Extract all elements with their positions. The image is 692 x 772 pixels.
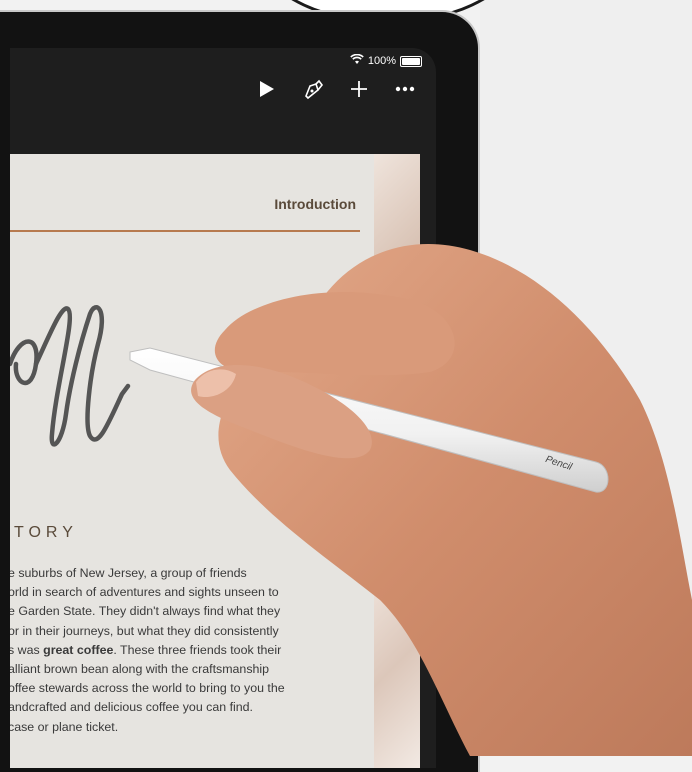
paragraph-line: alliant brown bean along with the crafts…	[10, 662, 270, 677]
paragraph-line: e suburbs of New Jersey, a group of frie…	[10, 566, 247, 580]
plus-icon[interactable]	[348, 78, 370, 100]
background	[480, 0, 692, 756]
more-icon[interactable]	[394, 78, 416, 100]
play-icon[interactable]	[256, 78, 278, 100]
marble-edge	[374, 154, 420, 768]
status-bar: 100%	[350, 53, 422, 68]
text-before-bold: s was	[10, 642, 44, 657]
pen-nib-icon[interactable]	[302, 78, 324, 100]
bold-phrase: great coffee	[43, 642, 114, 657]
text-after-bold: . These three friends took their	[113, 642, 282, 657]
body-paragraph: e suburbs of New Jersey, a group of frie…	[10, 564, 338, 737]
paragraph-line: e Garden State. They didn't always find …	[10, 604, 281, 619]
toolbar	[256, 78, 416, 100]
paragraph-line: case or plane ticket.	[10, 719, 119, 734]
handwritten-script	[10, 305, 131, 447]
paragraph-line-bold: s was great coffee. These three friends …	[10, 641, 338, 660]
paragraph-line: andcrafted and delicious coffee you can …	[10, 700, 253, 715]
paragraph-line: offee stewards across the world to bring…	[10, 681, 285, 696]
paragraph-line: orld in search of adventures and sights …	[10, 585, 279, 600]
battery-percent: 100%	[367, 55, 396, 67]
document-page[interactable]: Introduction TORY e suburbs of New Jerse…	[10, 154, 374, 768]
wifi-icon	[350, 53, 364, 68]
section-heading: TORY	[14, 524, 78, 541]
ipad-device: 100% Introduction TORY e suburbs of New …	[0, 12, 478, 772]
paragraph-line: or in their journeys, but what they did …	[10, 623, 279, 638]
divider-rule	[10, 230, 360, 232]
section-label: Introduction	[274, 196, 356, 212]
battery-icon	[400, 55, 422, 67]
ipad-screen: 100% Introduction TORY e suburbs of New …	[10, 48, 436, 768]
